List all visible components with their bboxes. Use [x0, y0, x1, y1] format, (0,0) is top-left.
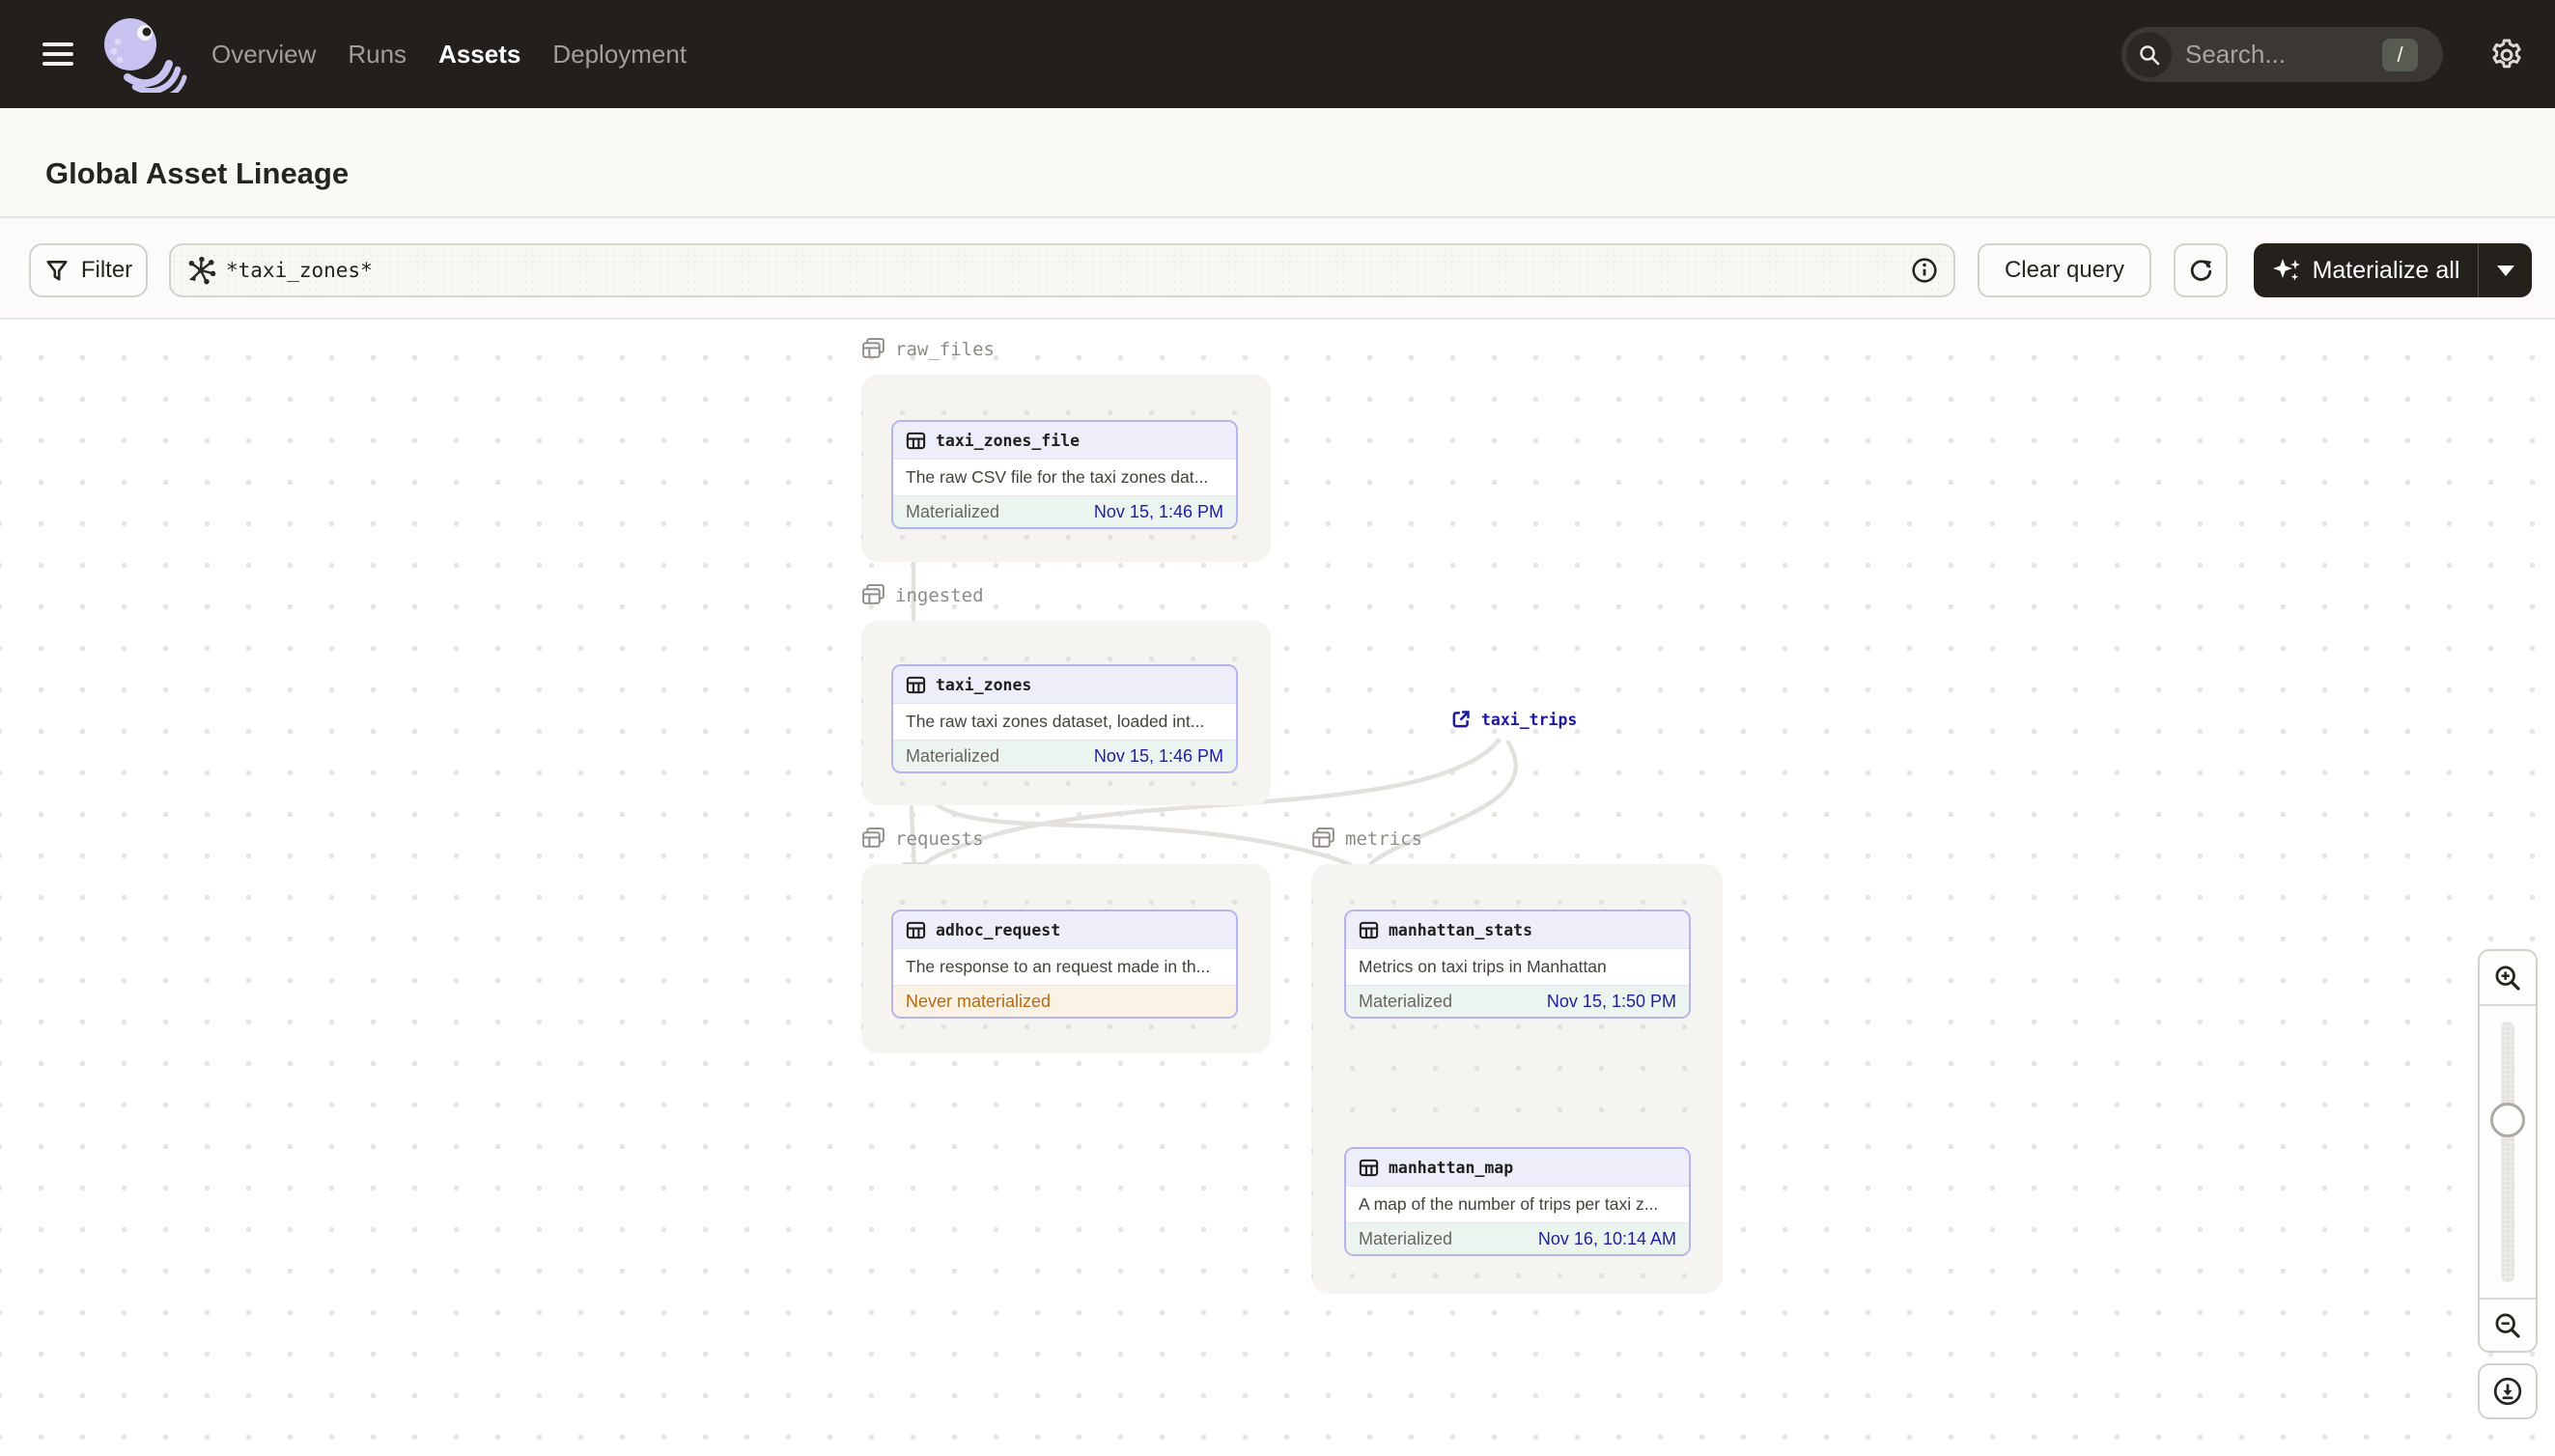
gear-icon[interactable] — [2486, 35, 2527, 75]
asset-node-manhattan_map[interactable]: manhattan_map A map of the number of tri… — [1344, 1147, 1691, 1256]
asset-group-label-ingested[interactable]: ingested — [861, 583, 984, 607]
op-selector-icon — [185, 255, 216, 286]
refresh-button[interactable] — [2174, 243, 2228, 297]
asset-node-description: The raw taxi zones dataset, loaded int..… — [893, 703, 1236, 741]
asset-status-timestamp[interactable]: Nov 15, 1:46 PM — [1094, 502, 1223, 522]
asset-status-label: Materialized — [906, 501, 1000, 521]
asset-status-label: Materialized — [906, 745, 1000, 766]
asset-status-label: Never materialized — [906, 991, 1052, 1011]
lineage-edges — [901, 526, 1518, 1131]
zoom-slider[interactable] — [2480, 1006, 2536, 1298]
asset-node-title: taxi_zones_file — [936, 431, 1081, 450]
zoom-out-icon — [2495, 1313, 2520, 1338]
asset-status-label: Materialized — [1359, 991, 1453, 1011]
download-image-button[interactable] — [2478, 1363, 2538, 1419]
asset-group-label-metrics[interactable]: metrics — [1311, 826, 1422, 851]
asset-status-label: Materialized — [1359, 1228, 1453, 1248]
asset-status-timestamp[interactable]: Nov 16, 10:14 AM — [1538, 1229, 1676, 1249]
nav-runs[interactable]: Runs — [348, 40, 407, 70]
asset-node-title: manhattan_stats — [1389, 920, 1533, 939]
external-link-icon — [1452, 711, 1470, 728]
zoom-slider-track[interactable] — [2501, 1022, 2514, 1282]
search-shortcut-badge: / — [2382, 38, 2418, 71]
download-icon — [2493, 1377, 2522, 1406]
dagster-logo-icon[interactable] — [98, 15, 195, 93]
table-icon — [906, 432, 926, 449]
asset-group-icon — [862, 338, 884, 358]
title-bar: Global Asset Lineage Reload definitions — [0, 108, 2555, 302]
asset-group-label-raw_files[interactable]: raw_files — [861, 337, 995, 361]
asset-node-description: Metrics on taxi trips in Manhattan — [1346, 948, 1689, 986]
asset-node-manhattan_stats[interactable]: manhattan_stats Metrics on taxi trips in… — [1344, 910, 1691, 1019]
group-label-text: requests — [895, 827, 984, 850]
clear-query-button[interactable]: Clear query — [1978, 243, 2151, 297]
filter-button[interactable]: Filter — [29, 243, 148, 297]
zoom-in-icon — [2495, 966, 2520, 991]
lineage-graph-canvas[interactable]: raw_files ingested requests metrics taxi… — [0, 320, 2555, 1456]
asset-node-description: The raw CSV file for the taxi zones dat.… — [893, 459, 1236, 496]
funnel-icon — [44, 258, 70, 283]
filter-label: Filter — [80, 257, 133, 283]
group-label-text: raw_files — [895, 338, 995, 360]
materialize-all-split-button: Materialize all — [2254, 243, 2532, 297]
materialize-options-button[interactable] — [2478, 243, 2532, 297]
zoom-out-button[interactable] — [2480, 1298, 2536, 1351]
info-icon[interactable] — [1911, 257, 1938, 284]
nav-overview[interactable]: Overview — [211, 40, 316, 70]
asset-node-description: The response to an request made in th... — [893, 948, 1236, 986]
group-label-text: metrics — [1345, 827, 1423, 850]
group-label-text: ingested — [895, 584, 984, 606]
asset-node-title: taxi_zones — [936, 675, 1032, 694]
primary-nav: Overview Runs Assets Deployment — [211, 0, 687, 108]
zoom-slider-knob[interactable] — [2490, 1103, 2525, 1137]
asset-selection-input-wrapper — [169, 243, 1955, 297]
asset-group-icon — [862, 827, 884, 848]
external-asset-label: taxi_trips — [1481, 710, 1578, 729]
materialize-all-label: Materialize all — [2312, 256, 2460, 284]
global-search[interactable]: / — [2121, 27, 2443, 82]
asset-group-icon — [1312, 827, 1334, 848]
table-icon — [1359, 921, 1379, 938]
search-input[interactable] — [2185, 40, 2382, 70]
app-header: Overview Runs Assets Deployment / — [0, 0, 2555, 108]
zoom-controls — [2478, 949, 2538, 1353]
sparkles-icon — [2272, 256, 2301, 285]
asset-node-title: manhattan_map — [1389, 1158, 1514, 1177]
asset-node-taxi_zones[interactable]: taxi_zones The raw taxi zones dataset, l… — [891, 664, 1238, 773]
nav-assets[interactable]: Assets — [438, 40, 520, 70]
materialize-all-button[interactable]: Materialize all — [2254, 243, 2478, 297]
asset-group-icon — [862, 584, 884, 604]
asset-node-description: A map of the number of trips per taxi z.… — [1346, 1186, 1689, 1223]
page-title: Global Asset Lineage — [45, 156, 350, 190]
edge-taxi_trips-manhattan_stats — [1362, 740, 1518, 881]
zoom-in-button[interactable] — [2480, 951, 2536, 1006]
chevron-down-icon — [2496, 265, 2514, 276]
external-asset-taxi_trips[interactable]: taxi_trips — [1450, 709, 1577, 730]
hamburger-menu-icon[interactable] — [42, 38, 75, 70]
nav-deployment[interactable]: Deployment — [552, 40, 687, 70]
asset-status-timestamp[interactable]: Nov 15, 1:50 PM — [1547, 992, 1676, 1012]
asset-status-timestamp[interactable]: Nov 15, 1:46 PM — [1094, 746, 1223, 767]
table-icon — [906, 921, 926, 938]
asset-node-adhoc_request[interactable]: adhoc_request The response to an request… — [891, 910, 1238, 1019]
asset-node-title: adhoc_request — [936, 920, 1061, 939]
table-icon — [1359, 1159, 1379, 1176]
asset-node-taxi_zones_file[interactable]: taxi_zones_file The raw CSV file for the… — [891, 420, 1238, 529]
search-icon — [2126, 32, 2172, 77]
table-icon — [906, 676, 926, 693]
asset-selection-input[interactable] — [226, 259, 1911, 282]
asset-group-label-requests[interactable]: requests — [861, 826, 984, 851]
